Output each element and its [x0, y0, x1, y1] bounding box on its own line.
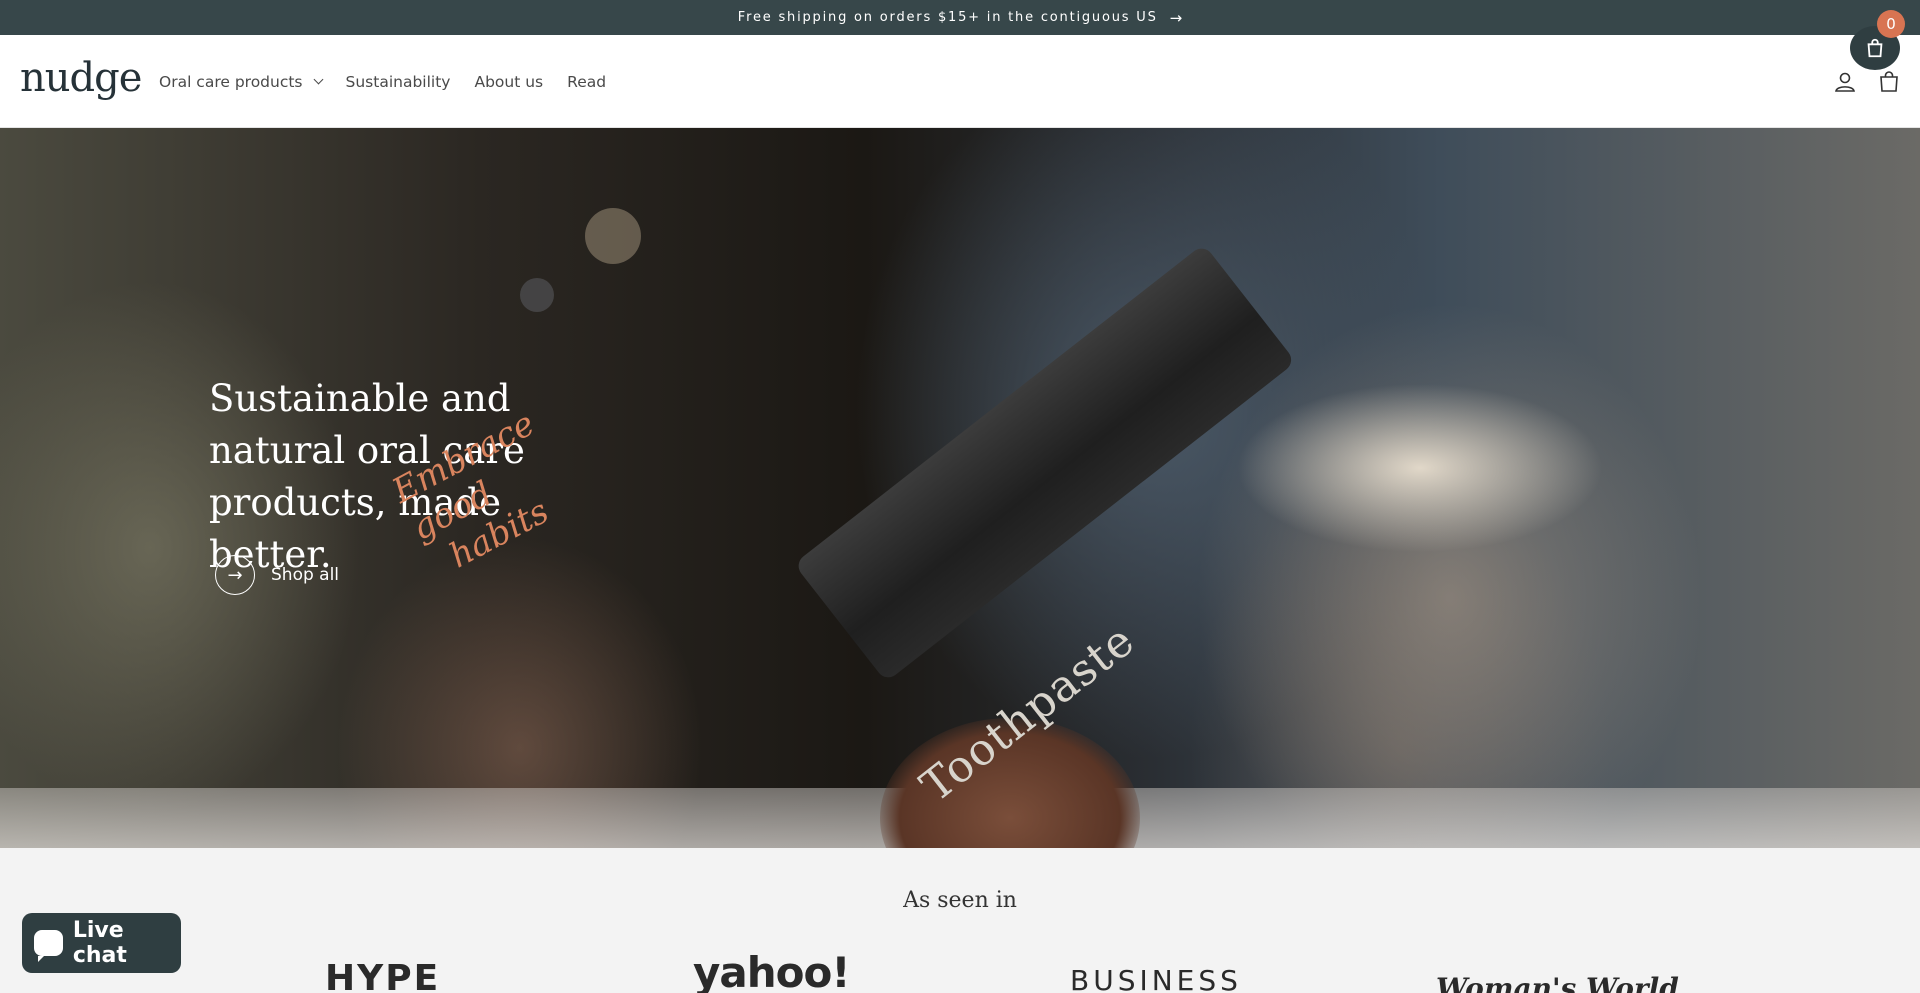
live-chat-button[interactable]: Live chat: [22, 913, 181, 973]
live-chat-label: Live chat: [72, 918, 127, 968]
nav-item-oral-care-products[interactable]: Oral care products: [159, 72, 323, 91]
nav-item-read[interactable]: Read: [567, 73, 606, 91]
arrow-right-icon: →: [1169, 8, 1183, 27]
site-header: nudge Oral care products Sustainability …: [0, 35, 1920, 128]
nav-label: Read: [567, 72, 607, 91]
nav-label: Sustainability: [345, 72, 451, 91]
cart-count-badge: 0: [1877, 10, 1905, 38]
logo[interactable]: nudge: [20, 55, 142, 101]
nav-label: Oral care products: [159, 72, 303, 91]
as-seen-in-section: As seen in HYPE yahoo! BUSINESS Woman's …: [0, 848, 1920, 993]
hero-bokeh: [585, 208, 641, 264]
chevron-down-icon: [313, 74, 323, 85]
hero-bokeh: [520, 278, 554, 312]
shopping-bag-icon: [1867, 38, 1883, 58]
press-logo-womans-world: Woman's World: [1436, 972, 1679, 993]
shop-all-label: Shop all: [271, 565, 340, 585]
section-title: As seen in: [903, 888, 1017, 913]
shop-all-button[interactable]: → Shop all: [215, 555, 339, 595]
nav-label: About us: [474, 72, 544, 91]
press-logo-business: BUSINESS: [1070, 964, 1242, 993]
nav-item-sustainability[interactable]: Sustainability: [346, 73, 451, 91]
hero-banner: Toothpaste Sustainable and natural oral …: [0, 128, 1920, 848]
announcement-text: Free shipping on orders $15+ in the cont…: [737, 10, 1158, 25]
arrow-right-icon: →: [215, 555, 255, 595]
cart-icon[interactable]: [1877, 70, 1901, 94]
press-logo-hype: HYPE: [325, 958, 441, 993]
main-nav: Oral care products Sustainability About …: [159, 35, 606, 128]
announcement-bar[interactable]: Free shipping on orders $15+ in the cont…: [0, 0, 1920, 35]
press-logo-yahoo: yahoo!: [693, 948, 850, 993]
account-icon[interactable]: [1833, 70, 1857, 94]
chat-bubble-icon: [34, 930, 63, 962]
nav-item-about-us[interactable]: About us: [474, 73, 543, 91]
toothpaste-tube-image: [793, 243, 1296, 683]
